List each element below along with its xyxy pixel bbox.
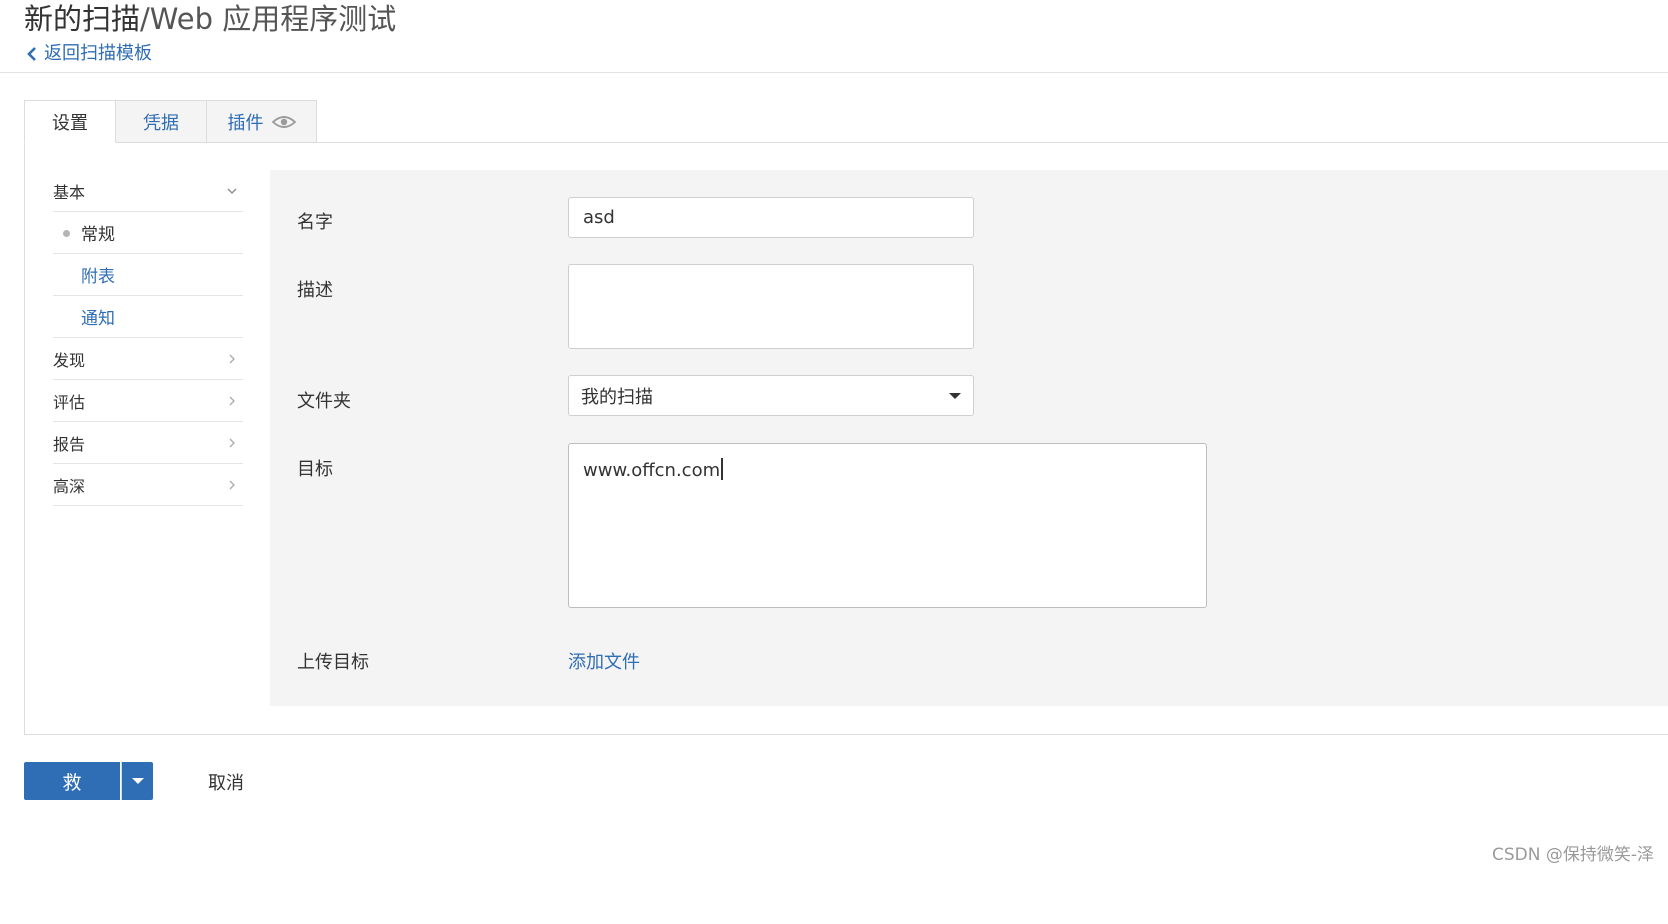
- chevron-right-icon: [229, 438, 235, 447]
- folder-select-value: 我的扫描: [581, 386, 653, 408]
- sidenav-section-basic-label: 基本: [53, 182, 86, 202]
- back-to-templates-link[interactable]: 返回扫描模板: [26, 42, 152, 66]
- tab-credentials-label: 凭据: [143, 112, 179, 134]
- settings-sidenav: 基本 常规 附表 通知 发现 评估 报告 高深: [53, 170, 243, 506]
- targets-textarea[interactable]: www.offcn.com: [568, 443, 1207, 608]
- sidenav-section-advanced-label: 高深: [53, 476, 86, 496]
- sidenav-section-report[interactable]: 报告: [53, 422, 243, 464]
- page-title-main: 新的扫描: [24, 2, 141, 36]
- upload-targets-label: 上传目标: [297, 652, 369, 673]
- folder-label: 文件夹: [297, 391, 351, 412]
- chevron-down-icon: [227, 188, 237, 194]
- sidenav-item-notifications[interactable]: 通知: [53, 296, 243, 338]
- active-dot: [63, 230, 70, 237]
- sidenav-section-report-label: 报告: [53, 434, 86, 454]
- text-cursor: [721, 458, 724, 480]
- caret-down-icon: [949, 392, 961, 399]
- page-title: 新的扫描/Web 应用程序测试: [24, 0, 396, 38]
- tab-divider: [317, 142, 1668, 143]
- sidenav-item-schedule-label: 附表: [81, 267, 115, 287]
- chevron-left-icon: [27, 47, 36, 61]
- sidenav-section-basic[interactable]: 基本: [53, 170, 243, 212]
- page-header: 新的扫描/Web 应用程序测试 返回扫描模板: [0, 0, 1668, 73]
- name-input-value: asd: [583, 207, 615, 228]
- eye-icon: [271, 115, 296, 128]
- sidenav-section-discovery-label: 发现: [53, 350, 86, 370]
- name-input[interactable]: asd: [568, 197, 974, 238]
- back-link-label: 返回扫描模板: [44, 43, 152, 64]
- tab-bar: 设置 凭据 插件: [24, 100, 317, 143]
- targets-label: 目标: [297, 459, 333, 480]
- tab-plugins-label: 插件: [227, 112, 264, 134]
- save-button-label: 救: [62, 771, 82, 794]
- sidenav-section-discovery[interactable]: 发现: [53, 338, 243, 380]
- description-label: 描述: [297, 280, 333, 301]
- sidenav-item-general-label: 常规: [81, 225, 115, 245]
- general-settings-form: 名字 asd 描述 文件夹 我的扫描 目标 www.offcn.com 上传目标…: [270, 170, 1668, 706]
- save-button[interactable]: 救: [24, 762, 120, 800]
- sidenav-section-assessment[interactable]: 评估: [53, 380, 243, 422]
- chevron-right-icon: [229, 480, 235, 489]
- tab-settings-label: 设置: [52, 112, 88, 134]
- settings-panel: 设置 凭据 插件 基本 常规 附表 通知 发现 评估 报告 高深 名字 asd …: [24, 100, 1668, 735]
- sidenav-item-notifications-label: 通知: [81, 309, 115, 329]
- name-label: 名字: [297, 212, 333, 233]
- caret-down-icon: [131, 777, 144, 784]
- chevron-right-icon: [229, 354, 235, 363]
- cancel-button[interactable]: 取消: [208, 769, 244, 795]
- page-title-sub: /Web 应用程序测试: [140, 2, 397, 36]
- sidenav-item-general[interactable]: 常规: [53, 212, 243, 254]
- tab-settings[interactable]: 设置: [24, 100, 116, 143]
- tab-plugins[interactable]: 插件: [207, 100, 317, 143]
- chevron-right-icon: [229, 396, 235, 405]
- save-options-dropdown[interactable]: [121, 762, 153, 800]
- sidenav-section-advanced[interactable]: 高深: [53, 464, 243, 506]
- folder-select[interactable]: 我的扫描: [568, 375, 974, 416]
- sidenav-section-assessment-label: 评估: [53, 392, 86, 412]
- add-file-link[interactable]: 添加文件: [568, 648, 640, 674]
- sidenav-item-schedule[interactable]: 附表: [53, 254, 243, 296]
- watermark: CSDN @保持微笑-泽: [1491, 845, 1654, 865]
- description-textarea[interactable]: [568, 264, 974, 349]
- targets-value: www.offcn.com: [583, 460, 721, 481]
- tab-credentials[interactable]: 凭据: [116, 100, 207, 143]
